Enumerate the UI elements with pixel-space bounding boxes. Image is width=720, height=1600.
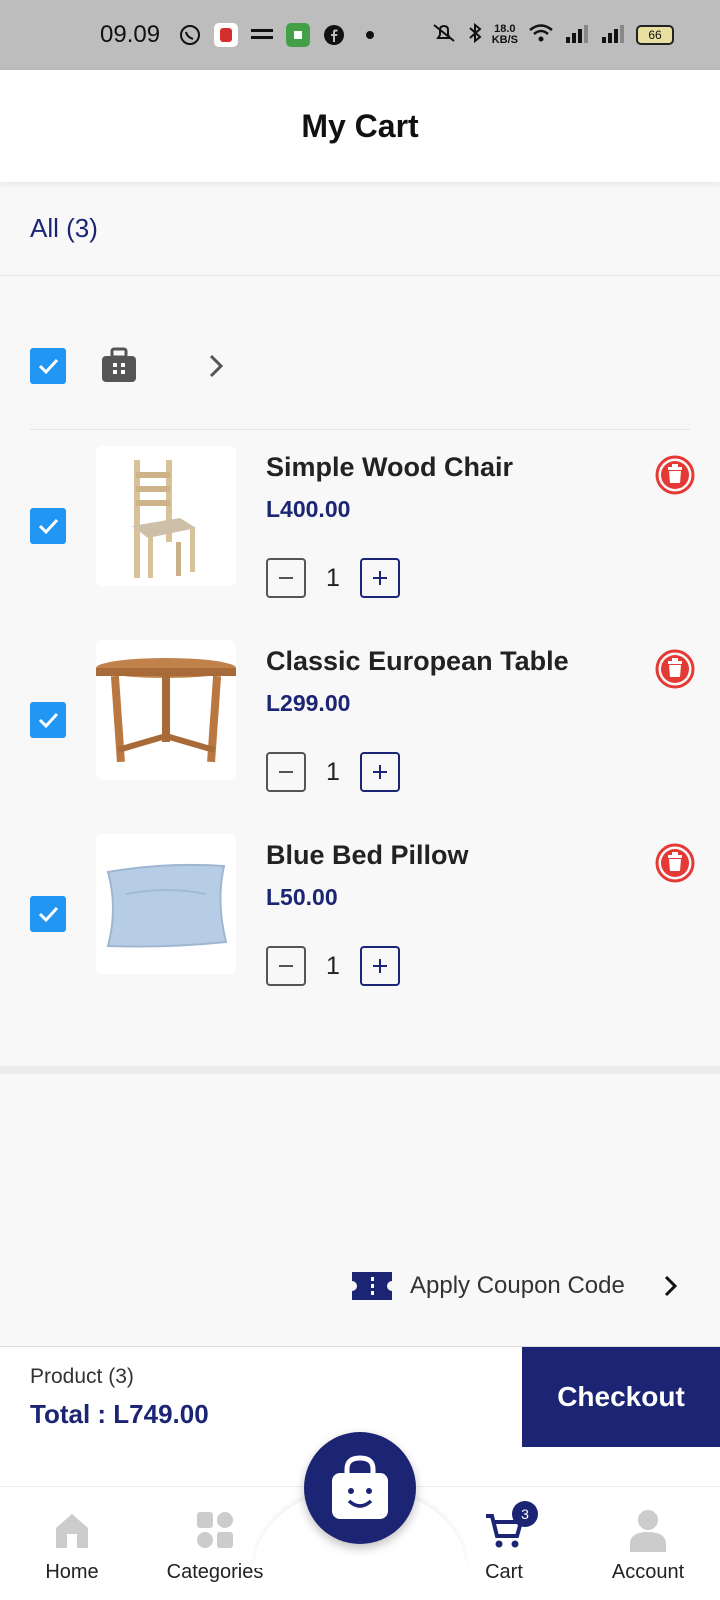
apply-coupon-row[interactable]: Apply Coupon Code [352, 1270, 681, 1302]
app-green-icon [286, 23, 311, 47]
signal-icon-2 [600, 23, 626, 46]
increase-button[interactable] [360, 946, 400, 986]
signal-icon [564, 23, 590, 46]
minus-icon [279, 577, 293, 579]
check-icon [38, 358, 59, 375]
temu-icon [250, 23, 274, 47]
app-header: My Cart [0, 70, 720, 182]
quantity-stepper: 1 [266, 946, 400, 986]
trash-icon[interactable] [654, 454, 696, 496]
product-count: Product (3) [30, 1365, 134, 1388]
coupon-label[interactable]: Apply Coupon Code [410, 1272, 625, 1300]
item-select-checkbox[interactable] [30, 896, 66, 932]
section-divider [0, 1066, 720, 1074]
store-select-checkbox[interactable] [30, 348, 66, 384]
facebook-icon [322, 23, 346, 47]
minus-icon [279, 965, 293, 967]
shopping-bag-icon [332, 1455, 388, 1519]
status-time: 09.09 [100, 21, 161, 48]
mute-icon [430, 22, 458, 47]
decrease-button[interactable] [266, 558, 306, 598]
quantity-value: 1 [326, 951, 340, 980]
page-title: My Cart [301, 107, 419, 144]
minus-icon [279, 771, 293, 773]
net-speed-unit: KB/S [491, 33, 518, 46]
increase-button[interactable] [360, 752, 400, 792]
nav-home[interactable]: Home [2, 1487, 142, 1600]
trash-icon[interactable] [654, 648, 696, 690]
quantity-stepper: 1 [266, 558, 400, 598]
chevron-right-icon[interactable] [202, 348, 232, 384]
shop-bag-button[interactable] [304, 1432, 416, 1544]
chevron-right-icon[interactable] [661, 1272, 681, 1300]
coupon-icon [352, 1272, 392, 1300]
home-icon [56, 1514, 88, 1548]
bluetooth-icon [468, 22, 482, 47]
net-speed: 18.0 KB/S [491, 23, 518, 46]
battery-icon: 66 [636, 24, 674, 45]
nav-account[interactable]: Account [578, 1487, 718, 1600]
nav-account-label: Account [611, 1561, 685, 1583]
app-red-icon [214, 23, 239, 47]
product-image-table[interactable] [96, 640, 236, 780]
plus-icon [373, 571, 387, 585]
cart-count-badge: 3 [512, 1501, 538, 1527]
quantity-stepper: 1 [266, 752, 400, 792]
item-price: L299.00 [266, 690, 351, 716]
quantity-value: 1 [326, 563, 340, 592]
nav-cart-label: Cart [485, 1561, 523, 1583]
checkout-button[interactable]: Checkout [522, 1347, 720, 1447]
store-row [30, 330, 690, 430]
fab-container [254, 1400, 466, 1568]
plus-icon [373, 765, 387, 779]
item-price: L50.00 [266, 884, 338, 910]
decrease-button[interactable] [266, 752, 306, 792]
dot-icon [358, 23, 382, 47]
status-right: 18.0 KB/S 66 [430, 22, 674, 47]
check-icon [38, 518, 59, 535]
store-icon[interactable] [100, 346, 138, 384]
nav-categories-label: Categories [166, 1561, 264, 1583]
cart-item: Classic European Table L299.00 1 [0, 640, 720, 810]
total-amount: Total : L749.00 [30, 1399, 209, 1429]
quantity-value: 1 [326, 757, 340, 786]
check-icon [38, 712, 59, 729]
wifi-icon [528, 23, 554, 46]
item-name[interactable]: Simple Wood Chair [266, 452, 513, 483]
all-filter-label[interactable]: All (3) [30, 213, 98, 244]
product-image-chair[interactable] [96, 446, 236, 586]
all-filter-row[interactable]: All (3) [0, 182, 720, 276]
item-select-checkbox[interactable] [30, 702, 66, 738]
cart-item: Blue Bed Pillow L50.00 1 [0, 834, 720, 1004]
cart-item: Simple Wood Chair L400.00 1 [0, 446, 720, 616]
trash-icon[interactable] [654, 842, 696, 884]
account-icon [630, 1510, 666, 1552]
item-name[interactable]: Classic European Table [266, 646, 569, 677]
plus-icon [373, 959, 387, 973]
increase-button[interactable] [360, 558, 400, 598]
item-price: L400.00 [266, 496, 351, 522]
item-name[interactable]: Blue Bed Pillow [266, 840, 469, 871]
status-bar: 09.09 18.0 KB/S 66 [0, 0, 720, 70]
decrease-button[interactable] [266, 946, 306, 986]
item-select-checkbox[interactable] [30, 508, 66, 544]
check-icon [38, 906, 59, 923]
whatsapp-icon [178, 23, 202, 47]
nav-home-label: Home [45, 1561, 99, 1583]
product-image-pillow[interactable] [96, 834, 236, 974]
categories-icon [197, 1512, 233, 1548]
